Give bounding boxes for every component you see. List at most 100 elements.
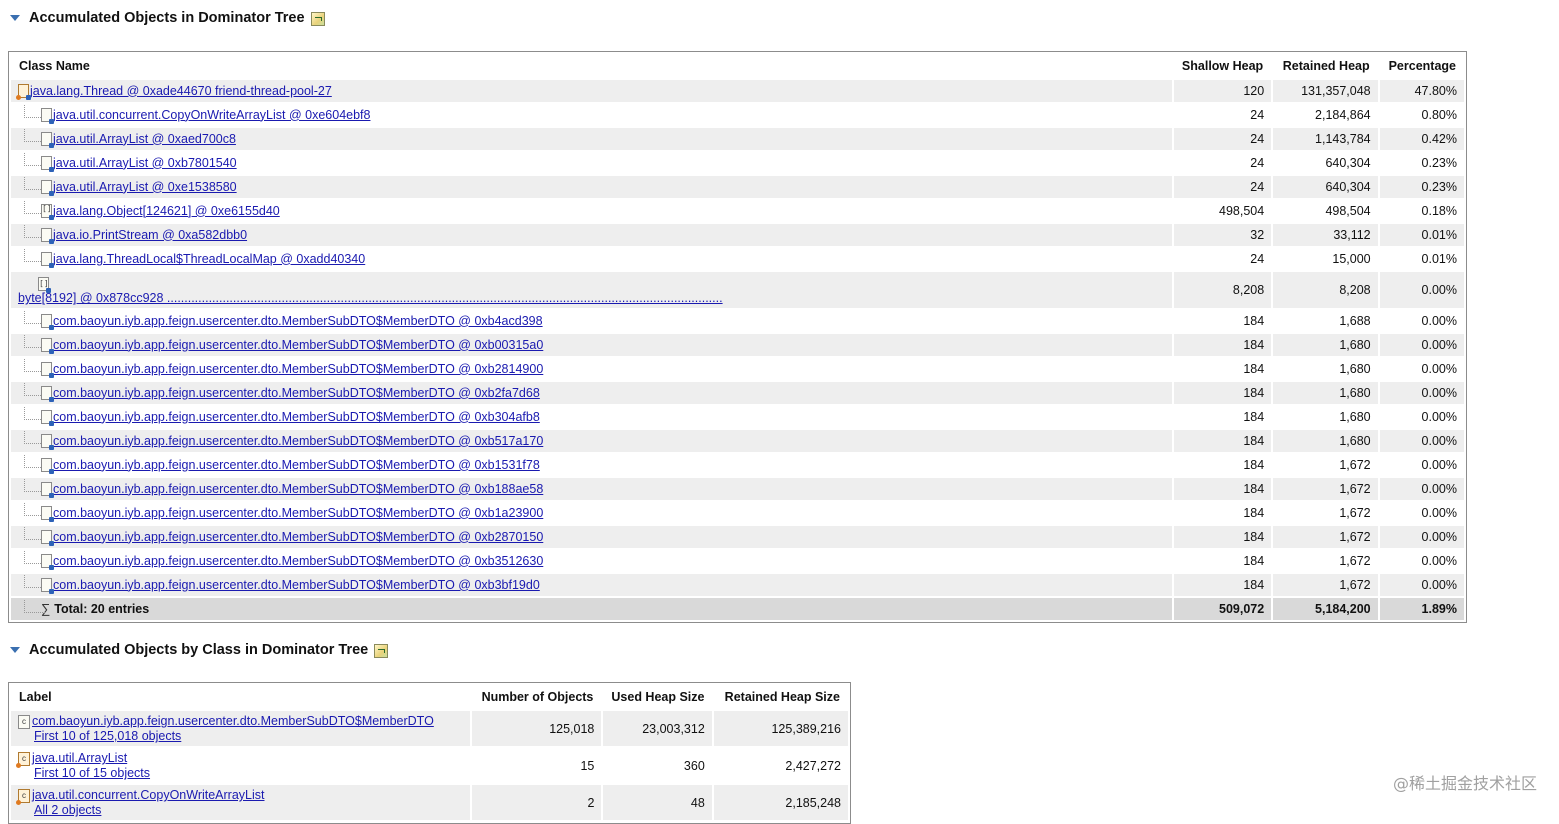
retained-heap-cell: 1,680 [1273, 382, 1378, 404]
table-row[interactable]: com.baoyun.iyb.app.feign.usercenter.dto.… [11, 382, 1464, 404]
object-count-cell: 2 [472, 785, 602, 820]
object-link[interactable]: com.baoyun.iyb.app.feign.usercenter.dto.… [53, 554, 543, 568]
percentage-cell: 0.01% [1379, 224, 1464, 246]
table-row[interactable]: java.lang.Thread @ 0xade44670 friend-thr… [11, 80, 1464, 102]
shallow-heap-cell: 184 [1173, 382, 1272, 404]
shallow-heap-cell: 120 [1173, 80, 1272, 102]
col-header-retained-heap[interactable]: Retained Heap [1273, 54, 1377, 78]
object-link[interactable]: java.util.concurrent.CopyOnWriteArrayLis… [53, 108, 370, 122]
retained-heap-cell: 15,000 [1273, 248, 1378, 270]
section-header-by-class[interactable]: Accumulated Objects by Class in Dominato… [10, 642, 389, 658]
table-row[interactable]: java.util.ArrayList @ 0xb7801540 24 640,30… [11, 152, 1464, 174]
export-icon[interactable] [310, 12, 325, 26]
col-header-label[interactable]: Label [11, 685, 470, 709]
percentage-cell: 0.00% [1379, 406, 1464, 428]
class-name-cell: com.baoyun.iyb.app.feign.usercenter.dto.… [11, 430, 1172, 452]
table-row[interactable]: com.baoyun.iyb.app.feign.usercenter.dto.… [11, 406, 1464, 428]
percentage-cell: 0.00% [1379, 310, 1464, 332]
object-link[interactable]: java.lang.ThreadLocal$ThreadLocalMap @ 0… [53, 252, 365, 266]
class-link[interactable]: java.util.ArrayList [32, 751, 127, 765]
class-name-cell: com.baoyun.iyb.app.feign.usercenter.dto.… [11, 454, 1172, 476]
object-link[interactable]: com.baoyun.iyb.app.feign.usercenter.dto.… [53, 434, 543, 448]
table-row[interactable]: java.lang.Object[124621] @ 0xe6155d40 498… [11, 200, 1464, 222]
object-link[interactable]: com.baoyun.iyb.app.feign.usercenter.dto.… [53, 530, 543, 544]
table-row[interactable]: com.baoyun.iyb.app.feign.usercenter.dto.… [11, 358, 1464, 380]
class-row[interactable]: c com.baoyun.iyb.app.feign.usercenter.dto… [11, 711, 848, 746]
table-row[interactable]: byte[8192] @ 0x878cc928 ................… [11, 272, 1464, 308]
objects-link[interactable]: First 10 of 125,018 objects [18, 729, 463, 744]
col-header-used-heap-size[interactable]: Used Heap Size [603, 685, 711, 709]
table-row[interactable]: java.io.PrintStream @ 0xa582dbb0 32 33,112… [11, 224, 1464, 246]
object-link[interactable]: com.baoyun.iyb.app.feign.usercenter.dto.… [53, 386, 540, 400]
object-link[interactable]: com.baoyun.iyb.app.feign.usercenter.dto.… [53, 458, 540, 472]
class-name-cell: com.baoyun.iyb.app.feign.usercenter.dto.… [11, 502, 1172, 524]
retained-heap-cell: 8,208 [1273, 272, 1378, 308]
retained-heap-cell: 1,672 [1273, 502, 1378, 524]
object-count-cell: 125,018 [472, 711, 602, 746]
table-row[interactable]: com.baoyun.iyb.app.feign.usercenter.dto.… [11, 334, 1464, 356]
table-row[interactable]: java.lang.ThreadLocal$ThreadLocalMap @ 0… [11, 248, 1464, 270]
class-link[interactable]: java.util.concurrent.CopyOnWriteArrayLis… [32, 788, 265, 802]
table-row[interactable]: com.baoyun.iyb.app.feign.usercenter.dto.… [11, 502, 1464, 524]
section-header-dominator-tree[interactable]: Accumulated Objects in Dominator Tree [10, 10, 325, 26]
class-icon: c [16, 788, 30, 805]
col-header-shallow-heap[interactable]: Shallow Heap [1174, 54, 1271, 78]
table-row[interactable]: com.baoyun.iyb.app.feign.usercenter.dto.… [11, 430, 1464, 452]
table-row[interactable]: com.baoyun.iyb.app.feign.usercenter.dto.… [11, 478, 1464, 500]
retained-heap-cell: 1,680 [1273, 358, 1378, 380]
export-icon[interactable] [374, 644, 389, 658]
percentage-cell: 0.00% [1379, 382, 1464, 404]
object-link[interactable]: com.baoyun.iyb.app.feign.usercenter.dto.… [53, 362, 543, 376]
class-name-cell: com.baoyun.iyb.app.feign.usercenter.dto.… [11, 526, 1172, 548]
object-link[interactable]: com.baoyun.iyb.app.feign.usercenter.dto.… [53, 482, 543, 496]
shallow-heap-cell: 32 [1173, 224, 1272, 246]
table-row[interactable]: com.baoyun.iyb.app.feign.usercenter.dto.… [11, 454, 1464, 476]
object-link[interactable]: java.util.ArrayList @ 0xb7801540 [53, 156, 237, 170]
percentage-cell: 0.00% [1379, 502, 1464, 524]
object-link[interactable]: com.baoyun.iyb.app.feign.usercenter.dto.… [53, 410, 540, 424]
object-link[interactable]: java.lang.Thread @ 0xade44670 friend-thr… [30, 84, 332, 98]
objects-link[interactable]: First 10 of 15 objects [18, 766, 463, 781]
class-name-cell: com.baoyun.iyb.app.feign.usercenter.dto.… [11, 406, 1172, 428]
table-row[interactable]: com.baoyun.iyb.app.feign.usercenter.dto.… [11, 310, 1464, 332]
table-row[interactable]: java.util.ArrayList @ 0xe1538580 24 640,30… [11, 176, 1464, 198]
retained-heap-cell: 640,304 [1273, 152, 1378, 174]
table-row[interactable]: com.baoyun.iyb.app.feign.usercenter.dto.… [11, 526, 1464, 548]
object-link[interactable]: com.baoyun.iyb.app.feign.usercenter.dto.… [53, 314, 543, 328]
object-icon [41, 482, 54, 499]
object-link[interactable]: com.baoyun.iyb.app.feign.usercenter.dto.… [53, 338, 543, 352]
shallow-heap-cell: 24 [1173, 176, 1272, 198]
object-link[interactable]: com.baoyun.iyb.app.feign.usercenter.dto.… [53, 506, 543, 520]
object-link[interactable]: com.baoyun.iyb.app.feign.usercenter.dto.… [53, 578, 540, 592]
retained-heap-cell: 1,672 [1273, 454, 1378, 476]
class-name-cell: java.lang.Object[124621] @ 0xe6155d40 [11, 200, 1172, 222]
retained-heap-cell: 1,680 [1273, 430, 1378, 452]
object-icon [41, 228, 54, 245]
col-header-retained-heap-size[interactable]: Retained Heap Size [714, 685, 848, 709]
class-row[interactable]: c java.util.ArrayList First 10 of 15 objec… [11, 748, 848, 783]
class-icon: c [18, 714, 30, 729]
shallow-heap-cell: 184 [1173, 310, 1272, 332]
col-header-number-of-objects[interactable]: Number of Objects [472, 685, 601, 709]
object-icon [41, 252, 54, 269]
table-row[interactable]: com.baoyun.iyb.app.feign.usercenter.dto.… [11, 550, 1464, 572]
table-row[interactable]: com.baoyun.iyb.app.feign.usercenter.dto.… [11, 574, 1464, 596]
shallow-heap-cell: 498,504 [1173, 200, 1272, 222]
table-row[interactable]: java.util.concurrent.CopyOnWriteArrayLis… [11, 104, 1464, 126]
object-link[interactable]: java.io.PrintStream @ 0xa582dbb0 [53, 228, 247, 242]
class-link[interactable]: com.baoyun.iyb.app.feign.usercenter.dto.… [32, 714, 434, 728]
shallow-heap-cell: 184 [1173, 502, 1272, 524]
retained-heap-cell: 2,427,272 [713, 748, 848, 783]
col-header-percentage[interactable]: Percentage [1380, 54, 1464, 78]
class-icon: c [16, 751, 30, 768]
total-row: ∑ Total: 20 entries 509,072 5,184,200 1.89% [11, 598, 1464, 620]
col-header-class-name[interactable]: Class Name [11, 54, 1172, 78]
class-row[interactable]: c java.util.concurrent.CopyOnWriteArrayLi… [11, 785, 848, 820]
object-link[interactable]: byte[8192] @ 0x878cc928 ................… [18, 291, 723, 305]
object-link[interactable]: java.util.ArrayList @ 0xaed700c8 [53, 132, 236, 146]
collapse-triangle-icon[interactable] [10, 647, 20, 653]
collapse-triangle-icon[interactable] [10, 15, 20, 21]
object-link[interactable]: java.lang.Object[124621] @ 0xe6155d40 [53, 204, 280, 218]
table-row[interactable]: java.util.ArrayList @ 0xaed700c8 24 1,143,… [11, 128, 1464, 150]
object-link[interactable]: java.util.ArrayList @ 0xe1538580 [53, 180, 237, 194]
